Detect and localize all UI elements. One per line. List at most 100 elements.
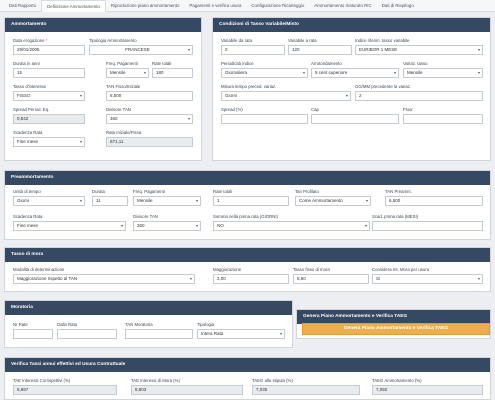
rata-iniziale-label: Rata Iniziale/Fissa	[106, 130, 142, 135]
mora-maggiorazione-input[interactable]: 2,00	[213, 274, 289, 284]
moratoria-tipologia-value: Intera Rata	[201, 331, 224, 336]
cap-input[interactable]	[311, 114, 399, 124]
pre-unita-tempo-select[interactable]: Giorni ▾	[13, 196, 85, 206]
giorni-mm-input[interactable]: 2	[355, 91, 483, 101]
chevron-down-icon: ▾	[393, 70, 396, 75]
pre-somma-rata-select[interactable]: NO ▾	[213, 221, 370, 231]
divisore-select[interactable]: 360 ▾	[106, 114, 193, 124]
chevron-down-icon: ▾	[279, 331, 282, 336]
verifica-title: Verifica Tassi annui effettivi ed Usura …	[5, 358, 490, 372]
spread-field: 0,542	[13, 114, 85, 124]
chevron-down-icon: ▾	[187, 116, 190, 121]
tasso-interesse-select[interactable]: FISSO ▾	[13, 91, 85, 101]
tab-ammortamento-maturato[interactable]: Ammortamento maturato RIC	[309, 0, 376, 12]
pre-scadenza-label: Scadenza Rata	[13, 214, 43, 219]
periodicita-select[interactable]: Giornaliera ▾	[221, 68, 308, 78]
pre-tan-profilo-label: Tan Profilato	[295, 189, 319, 194]
tab-pagamenti-usura[interactable]: Pagamenti e verifica usura	[184, 0, 246, 12]
variabile-a-rata-label: Variabile a rata	[288, 38, 317, 43]
floor-input[interactable]	[403, 114, 483, 124]
chevron-down-icon: ▾	[195, 223, 198, 228]
spread-pct-label: Spread (%)	[221, 107, 243, 112]
durata-input[interactable]: 15	[13, 68, 85, 78]
chevron-down-icon: ▾	[365, 198, 368, 203]
freq-pagamenti-value: Mensile	[110, 70, 126, 75]
rate-totali-input[interactable]: 180	[152, 68, 193, 78]
chevron-down-icon: ▾	[79, 93, 82, 98]
variabile-da-rata-input[interactable]: 0	[221, 45, 285, 55]
pre-divisore-select[interactable]: 360 ▾	[133, 221, 201, 231]
scadenza-label: Scadenza Rata	[13, 130, 43, 135]
mora-modalita-value: Maggiorazione rispetto al TAN	[17, 276, 78, 281]
condizioni-title: Condizioni di Tasso Variabile/Misto	[213, 18, 490, 32]
chevron-down-icon: ▾	[477, 276, 480, 281]
tipologia-select[interactable]: FRANCESE ▾	[89, 45, 193, 55]
pre-scadenza-select[interactable]: Fine mese ▾	[13, 221, 126, 231]
divisore-value: 360	[110, 116, 118, 121]
tab-definizione-ammortamento[interactable]: Definizione Ammortamento	[41, 0, 106, 12]
pre-somma-rata-label: Somma nella prima rata (GIORNI)	[213, 214, 278, 219]
pre-durata-label: Durata	[92, 189, 105, 194]
spread-pct-input[interactable]	[221, 114, 308, 124]
mora-modalita-label: Modalità di determinazione	[13, 267, 65, 272]
indice-label: Indice riferim. tasso variabile	[355, 38, 410, 43]
variaz-tasso-select[interactable]: Mensile ▾	[403, 68, 483, 78]
misura-tempo-value: Giorni	[225, 93, 238, 98]
pre-rate-totali-input[interactable]: 1	[213, 196, 289, 206]
tan-input[interactable]: 6,500	[106, 91, 193, 101]
pre-tan-preamm-input[interactable]: 6,500	[385, 196, 483, 206]
tab-bar: Dati Rapporto Definizione Ammortamento R…	[0, 0, 495, 12]
chevron-down-icon: ▾	[195, 198, 198, 203]
genera-piano-button[interactable]: Genera Piano Ammortamento e Verifica TAE…	[302, 323, 490, 335]
mora-considera-value: Si	[376, 276, 381, 281]
tae-interessi-field: 6,697	[13, 385, 117, 395]
tan-label: TAN Fisso/Iniziale	[106, 84, 141, 89]
pre-somma-rata-value: NO	[217, 223, 224, 228]
tab-configurazione-ricarteggio[interactable]: Configurazione Ricarteggio	[246, 0, 309, 12]
mora-tasso-fisso-input[interactable]: 8,50	[293, 274, 369, 284]
pre-divisore-label: Divisore TAN	[133, 214, 158, 219]
freq-pagamenti-select[interactable]: Mensile ▾	[106, 68, 149, 78]
pre-durata-input[interactable]: 11	[92, 196, 128, 206]
variabile-a-rata-input[interactable]: 120	[288, 45, 352, 55]
data-erogazione-label: Data erogazione	[13, 38, 45, 43]
tab-dati-riepilogo[interactable]: Dati di Riepilogo	[377, 0, 419, 12]
pre-freq-pagamenti-select[interactable]: Mensile ▾	[133, 196, 201, 206]
tab-riproduzione-piano[interactable]: Riproduzione piano ammortamento	[106, 0, 185, 12]
tipologia-label: Tipologia Ammortamento	[89, 38, 137, 43]
indice-select[interactable]: EURIBOR 1 MESE ▾	[355, 45, 483, 55]
chevron-down-icon: ▾	[79, 139, 82, 144]
arrotondamento-select[interactable]: 5 cent superiore ▾	[311, 68, 399, 78]
misura-tempo-select[interactable]: Giorni ▾	[221, 91, 351, 101]
tab-dati-rapporto[interactable]: Dati Rapporto	[4, 0, 41, 12]
arrotondamento-value: 5 cent superiore	[315, 70, 348, 75]
moratoria-n-rate-label: Nr Rate	[13, 322, 28, 327]
taeg-stipula-field: 7,035	[252, 385, 360, 395]
moratoria-dalla-rata-label: Dalla Rata	[57, 322, 78, 327]
rata-iniziale-field: 871,11	[106, 137, 193, 147]
data-erogazione-input[interactable]: 29/01/2005	[13, 45, 85, 55]
pre-freq-pagamenti-label: Freq. Pagamenti	[133, 189, 165, 194]
genera-title: Genera Piano Ammortamento e Verifica TAE…	[297, 310, 490, 324]
chevron-down-icon: ▾	[189, 276, 192, 281]
pre-tan-preamm-label: TAN Preamm.	[385, 189, 412, 194]
ammortamento-title: Ammortamento	[5, 18, 201, 32]
pre-tan-profilo-select[interactable]: Come Ammortamento ▾	[295, 196, 371, 206]
chevron-down-icon: ▾	[302, 70, 305, 75]
mora-modalita-select[interactable]: Maggiorazione rispetto al TAN ▾	[13, 274, 195, 284]
tasso-interesse-label: Tasso d'interesse	[13, 84, 47, 89]
moratoria-tipologia-select[interactable]: Intera Rata ▾	[197, 329, 285, 339]
moratoria-n-rate-input[interactable]	[13, 329, 53, 339]
tae-mora-label: TAE Interessi di Mora (%)	[131, 378, 180, 383]
moratoria-dalla-rata-input[interactable]	[57, 329, 117, 339]
chevron-down-icon: ▾	[477, 47, 480, 52]
tipologia-value: FRANCESE	[125, 47, 150, 52]
pre-scad-prima-rata-input[interactable]	[372, 221, 483, 231]
chevron-down-icon: ▾	[143, 70, 146, 75]
moratoria-tan-input[interactable]	[125, 329, 193, 339]
mora-considera-select[interactable]: Si ▾	[372, 274, 483, 284]
spread-label: Spread Period. Eq.	[13, 107, 50, 112]
pre-unita-tempo-value: Giorni	[17, 198, 30, 203]
chevron-down-icon: ▾	[120, 223, 123, 228]
scadenza-select[interactable]: Fine mese ▾	[13, 137, 85, 147]
